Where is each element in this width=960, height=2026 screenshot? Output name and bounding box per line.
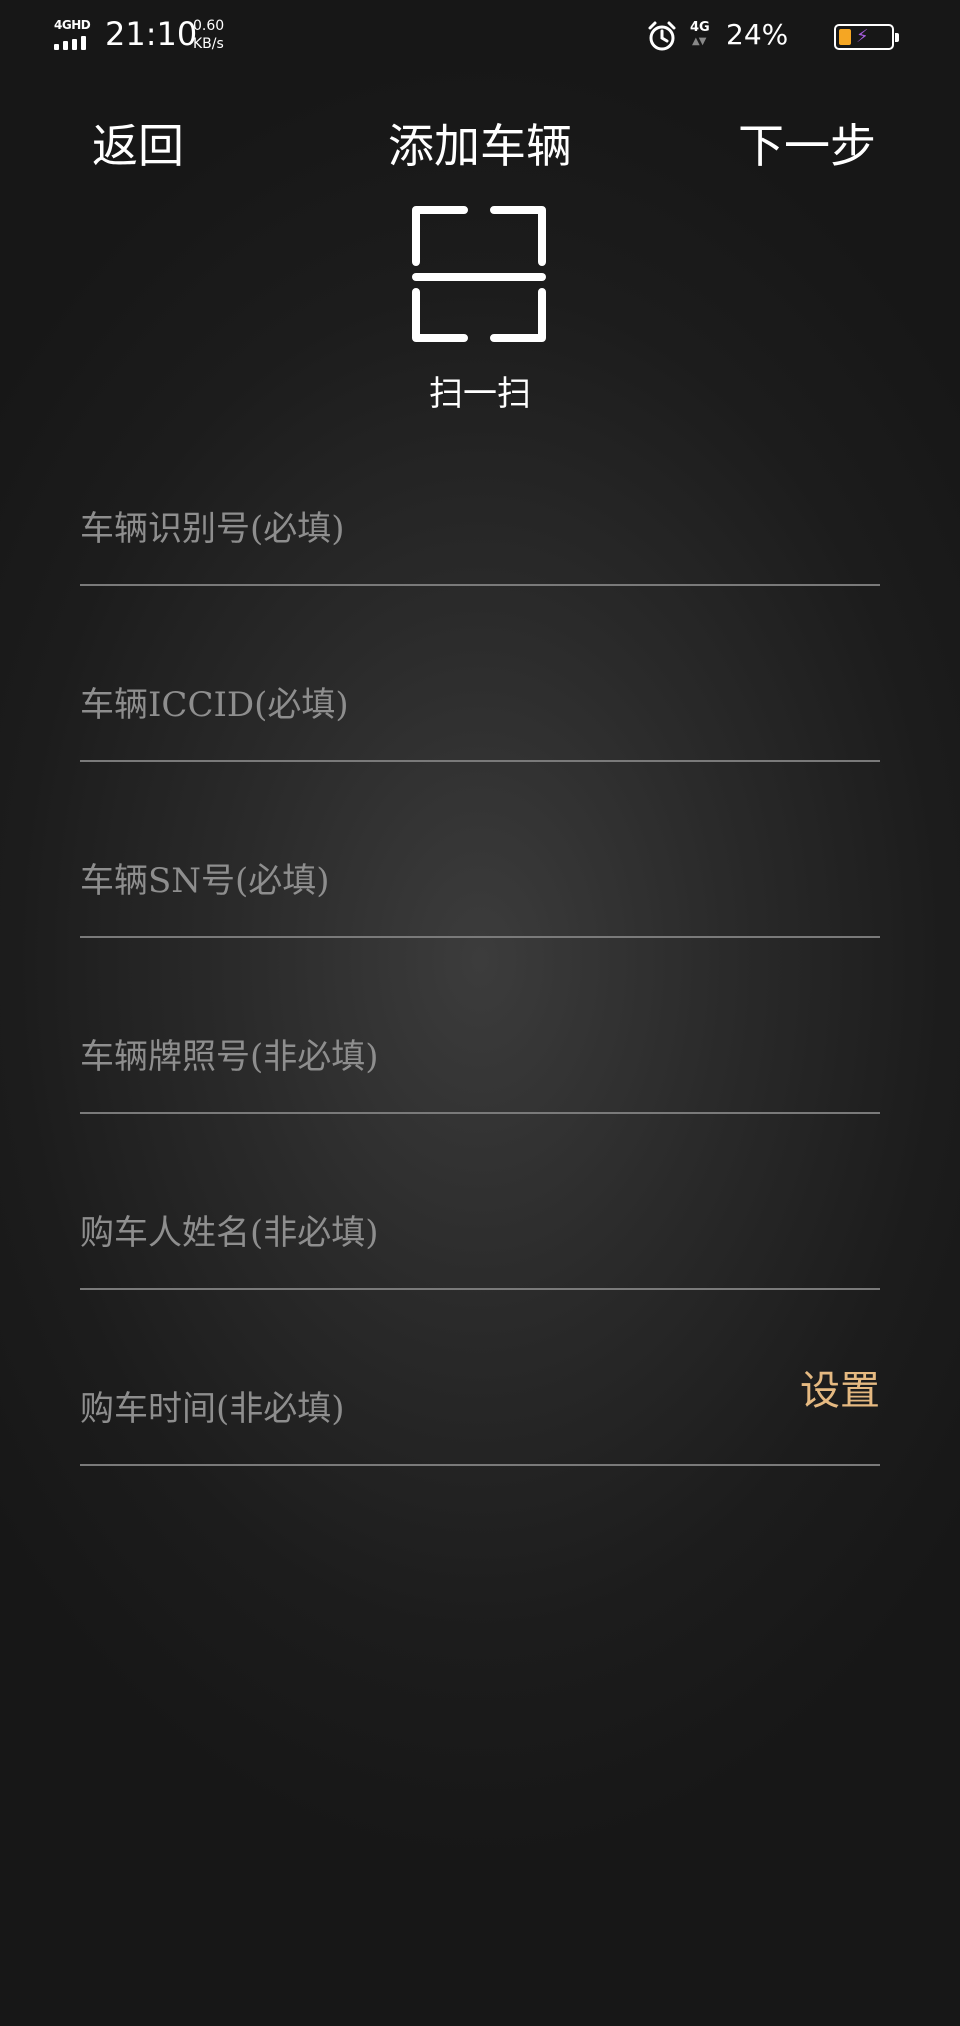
iccid-field: [80, 636, 880, 812]
status-bar: 4GHD 21:10 0.60 KB/s 4G ▲▼ 24% ⚡: [0, 0, 960, 72]
alarm-icon: [648, 21, 676, 51]
signal-indicator: 4GHD: [54, 18, 94, 52]
signal-bars-icon: [54, 36, 94, 50]
field-divider: [80, 584, 880, 586]
status-right: 4G ▲▼ 24% ⚡: [646, 18, 906, 54]
next-step-button[interactable]: 下一步: [738, 110, 876, 176]
buyer-name-input[interactable]: [80, 1164, 880, 1290]
purchase-date-input[interactable]: [80, 1340, 880, 1466]
cell-type-label: 4G: [690, 20, 710, 35]
clock: 21:10: [105, 15, 198, 53]
battery-level-fill: [839, 29, 851, 45]
vehicle-form: 设置: [80, 460, 880, 1516]
battery-icon: ⚡: [834, 24, 899, 50]
iccid-input[interactable]: [80, 636, 880, 762]
field-divider: [80, 1464, 880, 1466]
field-divider: [80, 936, 880, 938]
set-date-button[interactable]: 设置: [800, 1358, 880, 1416]
field-divider: [80, 760, 880, 762]
scan-label[interactable]: 扫一扫: [0, 366, 960, 415]
sn-input[interactable]: [80, 812, 880, 938]
buyer-name-field: [80, 1164, 880, 1340]
network-speed-value: 0.60: [193, 18, 225, 34]
battery-percent: 24%: [726, 18, 789, 51]
data-arrows-icon: ▲▼: [692, 36, 706, 47]
add-vehicle-screen: 4GHD 21:10 0.60 KB/s 4G ▲▼ 24% ⚡ 返回 添加车辆…: [0, 0, 960, 2026]
charging-icon: ⚡: [856, 26, 869, 47]
network-type-label: 4GHD: [54, 18, 91, 32]
purchase-date-field: 设置: [80, 1340, 880, 1516]
network-speed: 0.60 KB/s: [193, 17, 224, 53]
plate-field: [80, 988, 880, 1164]
sn-field: [80, 812, 880, 988]
network-speed-unit: KB/s: [193, 36, 224, 52]
field-divider: [80, 1288, 880, 1290]
vin-input[interactable]: [80, 460, 880, 586]
scan-icon[interactable]: [412, 206, 546, 342]
field-divider: [80, 1112, 880, 1114]
plate-input[interactable]: [80, 988, 880, 1114]
vin-field: [80, 460, 880, 636]
